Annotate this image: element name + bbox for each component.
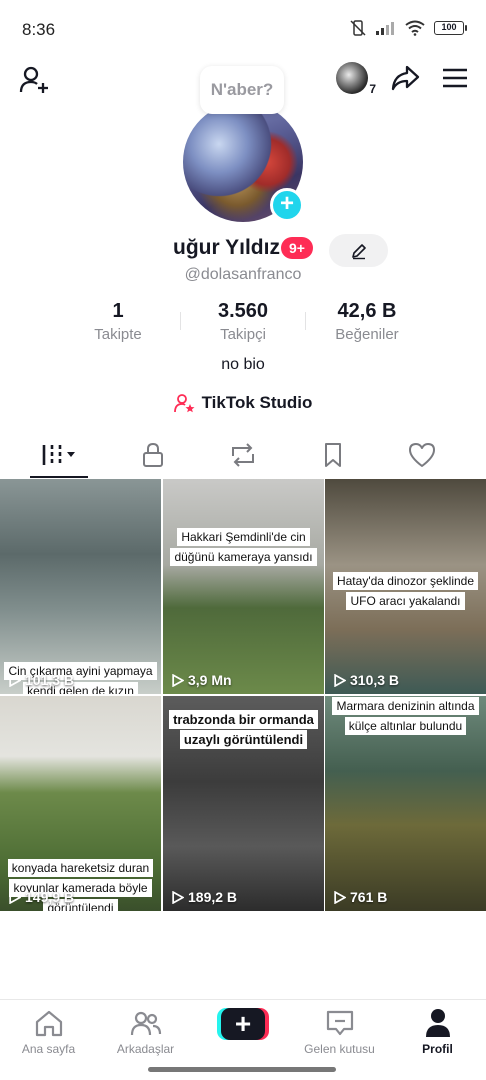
- edit-profile-button[interactable]: [329, 234, 388, 267]
- video-caption: Hakkari Şemdinli'de cin düğünü kameraya …: [163, 527, 324, 567]
- topbar-actions: 7: [336, 62, 468, 96]
- create-button[interactable]: +: [217, 1008, 269, 1040]
- stat-value: 3.560: [217, 300, 269, 322]
- view-count: 149,9 B: [8, 889, 74, 905]
- play-icon: [172, 673, 184, 687]
- notification-badge[interactable]: 9+: [281, 237, 313, 259]
- menu-icon[interactable]: [442, 67, 468, 89]
- play-icon: [172, 890, 184, 904]
- tab-favorites[interactable]: [284, 440, 381, 470]
- bookmark-icon: [324, 443, 341, 467]
- profile-tabs: [0, 432, 486, 478]
- status-bar: 8:36 100: [0, 0, 486, 60]
- signal-icon: [376, 22, 394, 35]
- add-person-icon: [19, 66, 48, 93]
- nav-inbox-label: Gelen kutusu: [304, 1042, 375, 1056]
- plus-icon: +: [221, 1008, 265, 1040]
- nav-home[interactable]: Ana sayfa: [0, 1008, 97, 1056]
- profile-stats: 1 Takipte 3.560 Takipçi 42,6 B Beğeniler: [0, 300, 486, 344]
- view-count: 3,9 Mn: [171, 672, 232, 688]
- stat-label: Takipte: [94, 326, 142, 343]
- studio-label: TikTok Studio: [201, 393, 313, 412]
- play-icon: [9, 890, 21, 904]
- tab-videos[interactable]: [11, 440, 108, 470]
- nav-friends[interactable]: Arkadaşlar: [97, 1008, 194, 1056]
- repost-icon: [231, 443, 254, 467]
- mini-avatar-count: 7: [369, 82, 376, 96]
- video-thumbnail[interactable]: Cin çıkarma ayini yapmaya kendi gelen de…: [0, 479, 161, 694]
- video-caption: Marmara denizinin altında külçe altınlar…: [325, 696, 486, 736]
- share-icon[interactable]: [390, 64, 420, 92]
- profile-handle: @dolasanfranco: [184, 266, 302, 283]
- stat-following[interactable]: 1 Takipte: [48, 300, 188, 343]
- play-icon: [334, 673, 346, 687]
- wifi-icon: [405, 20, 425, 36]
- profile-name: uğur Yıldız: [173, 236, 280, 259]
- play-icon: [9, 673, 21, 687]
- home-indicator[interactable]: [148, 1067, 336, 1072]
- stat-likes[interactable]: 42,6 B Beğeniler: [297, 300, 437, 343]
- inbox-icon: [326, 1010, 353, 1036]
- add-avatar-button[interactable]: +: [270, 188, 304, 222]
- battery-icon: 100: [434, 21, 467, 35]
- status-bubble[interactable]: N'aber?: [200, 66, 284, 114]
- stat-label: Beğeniler: [335, 326, 399, 343]
- lock-icon: [142, 442, 163, 467]
- view-count: 189,2 B: [171, 889, 237, 905]
- person-star-icon: [173, 394, 195, 413]
- nav-profile[interactable]: Profil: [389, 1008, 486, 1056]
- video-thumbnail[interactable]: trabzonda bir ormanda uzaylı görüntülend…: [163, 696, 324, 911]
- mute-vibrate-icon: [350, 20, 366, 36]
- tab-reposts[interactable]: [194, 440, 291, 470]
- video-thumbnail[interactable]: Marmara denizinin altında külçe altınlar…: [325, 696, 486, 911]
- view-count: 310,3 B: [333, 672, 399, 688]
- video-caption: Hatay'da dinozor şeklinde UFO aracı yaka…: [325, 571, 486, 611]
- video-caption: trabzonda bir ormanda uzaylı görüntülend…: [163, 710, 324, 750]
- tiktok-studio-button[interactable]: TikTok Studio: [0, 393, 486, 413]
- pencil-icon: [351, 243, 366, 259]
- name-row: uğur Yıldız 9+: [0, 234, 486, 267]
- view-count: 101,3 B: [8, 672, 74, 688]
- profile-bio[interactable]: no bio: [0, 356, 486, 374]
- nav-friends-label: Arkadaşlar: [116, 1042, 175, 1056]
- stat-value: 1: [112, 300, 124, 322]
- video-thumbnail[interactable]: Hatay'da dinozor şeklinde UFO aracı yaka…: [325, 479, 486, 694]
- add-friend-button[interactable]: [18, 64, 50, 96]
- video-thumbnail[interactable]: Hakkari Şemdinli'de cin düğünü kameraya …: [163, 479, 324, 694]
- view-count: 761 B: [333, 889, 387, 905]
- status-time: 8:36: [22, 20, 56, 39]
- nav-home-label: Ana sayfa: [21, 1042, 76, 1056]
- stat-followers[interactable]: 3.560 Takipçi: [173, 300, 313, 343]
- mini-avatar-button[interactable]: 7: [336, 62, 376, 96]
- home-icon: [35, 1010, 62, 1037]
- tab-private[interactable]: [104, 440, 201, 470]
- heart-icon: [408, 443, 435, 467]
- status-icons: 100: [349, 19, 467, 37]
- tab-liked[interactable]: [373, 440, 470, 470]
- stat-label: Takipçi: [220, 326, 266, 343]
- tab-indicator: [30, 476, 88, 478]
- grid-videos-icon: [42, 445, 75, 465]
- friends-icon: [130, 1011, 161, 1036]
- profile-icon: [425, 1009, 450, 1037]
- nav-inbox[interactable]: Gelen kutusu: [291, 1008, 388, 1056]
- play-icon: [334, 890, 346, 904]
- stat-value: 42,6 B: [337, 300, 397, 322]
- nav-profile-label: Profil: [422, 1042, 453, 1056]
- video-thumbnail[interactable]: konyada hareketsiz duran koyunlar kamera…: [0, 696, 161, 911]
